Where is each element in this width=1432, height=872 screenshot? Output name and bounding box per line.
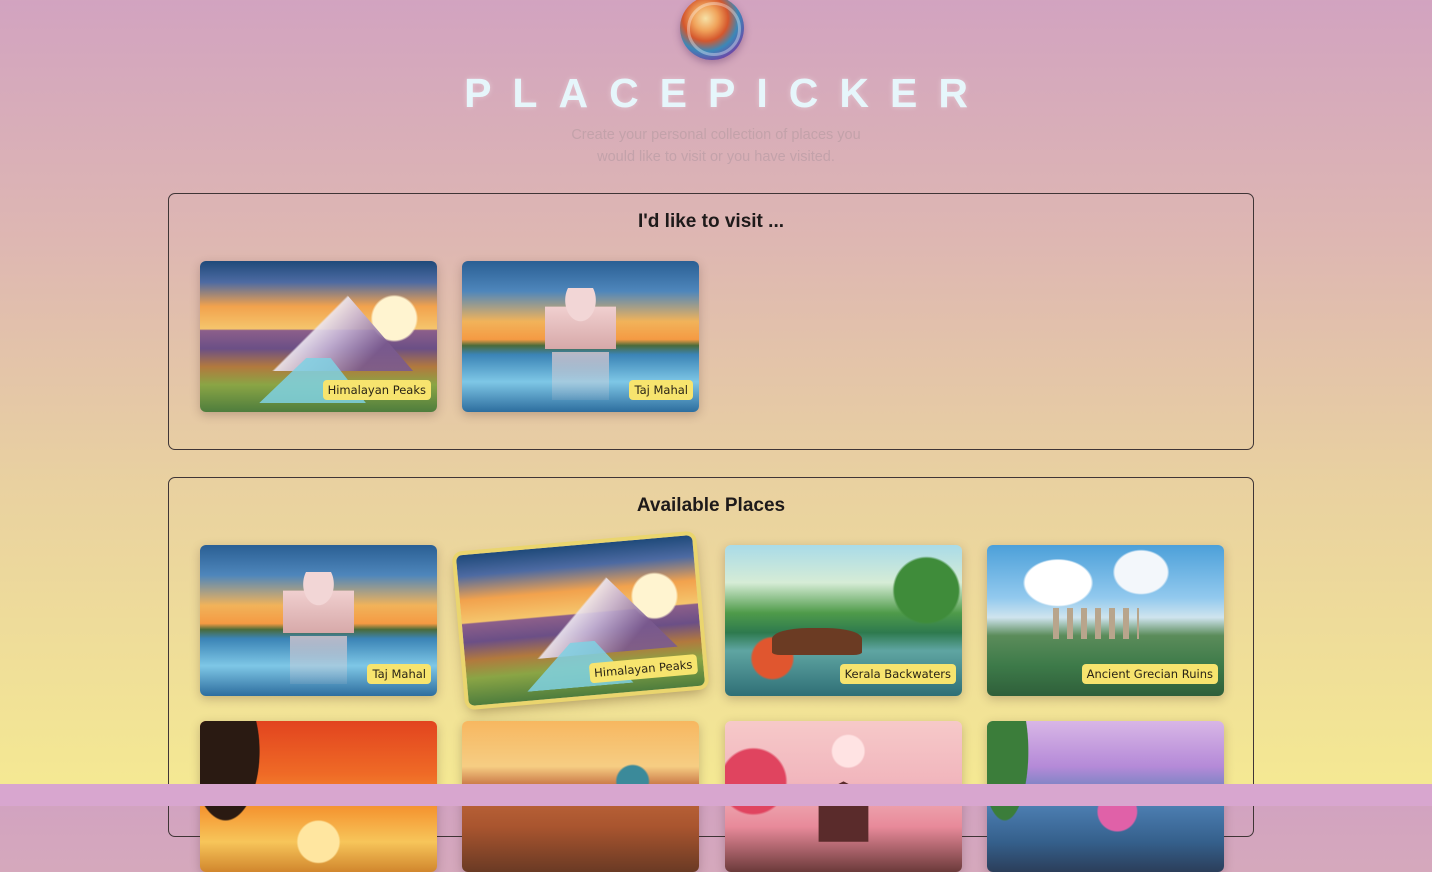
available-place-card[interactable]: Kerala Backwaters <box>725 545 962 696</box>
place-caption: Taj Mahal <box>629 380 693 400</box>
place-caption: Himalayan Peaks <box>322 380 431 400</box>
himalayan-peaks-image <box>455 534 706 707</box>
place-caption: Kerala Backwaters <box>839 664 956 684</box>
available-place-card[interactable]: Ancient Grecian Ruins <box>987 545 1224 696</box>
picked-places-section: I'd like to visit ... Himalayan Peaks Ta… <box>168 193 1254 450</box>
place-caption: Taj Mahal <box>367 664 431 684</box>
globe-logo-icon <box>680 0 744 60</box>
available-places-section: Available Places Taj Mahal Himalayan Pea… <box>168 477 1254 872</box>
place-caption: Ancient Grecian Ruins <box>1081 664 1218 684</box>
picked-place-card[interactable]: Himalayan Peaks <box>200 261 437 412</box>
app-subtitle: Create your personal collection of place… <box>571 127 861 165</box>
available-place-card-hovered[interactable]: Himalayan Peaks <box>455 534 706 707</box>
available-places-heading: Available Places <box>636 495 786 516</box>
available-place-card[interactable]: Taj Mahal <box>200 545 437 696</box>
picked-places-heading: I'd like to visit ... <box>638 211 784 232</box>
bottom-bar <box>0 784 1432 806</box>
picked-place-card[interactable]: Taj Mahal <box>462 261 699 412</box>
app-title: PLACEPICKER <box>464 70 989 116</box>
